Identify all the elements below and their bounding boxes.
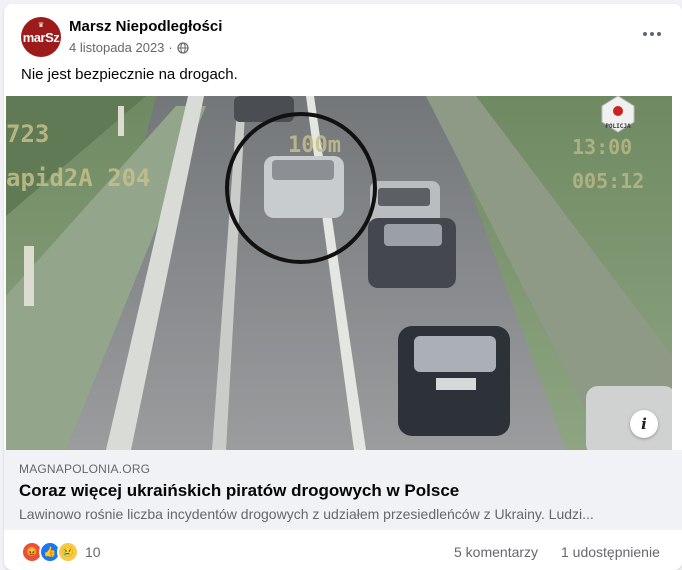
- photo-overlay-left-top: 723: [6, 120, 49, 148]
- photo-overlay-distance: 100m: [288, 133, 341, 158]
- photo-overlay-right-top: 13:00: [572, 135, 632, 159]
- reactions-summary[interactable]: 😡 👍 😢 10: [21, 541, 101, 563]
- traffic-camera-image: POLICJA 723 apid2A 204 100m 13:00 005:12: [6, 96, 672, 450]
- post-photo[interactable]: POLICJA 723 apid2A 204 100m 13:00 005:12…: [6, 96, 672, 450]
- info-icon[interactable]: i: [630, 410, 658, 438]
- post-text: Nie jest bezpiecznie na drogach.: [21, 66, 238, 83]
- sad-reaction-icon: 😢: [57, 541, 79, 563]
- post-footer: 😡 👍 😢 10 5 komentarzy 1 udostępnienie: [4, 530, 682, 570]
- avatar-logo-text: marSz: [22, 29, 60, 45]
- shares-count[interactable]: 1 udostępnienie: [561, 544, 660, 560]
- meta-separator: ·: [168, 40, 173, 55]
- author-name[interactable]: Marsz Niepodległości: [69, 18, 222, 35]
- globe-icon: [177, 41, 189, 54]
- link-title[interactable]: Coraz więcej ukraińskich piratów drogowy…: [19, 481, 459, 501]
- dot-icon: [657, 32, 661, 36]
- more-options-button[interactable]: [640, 24, 664, 44]
- post-meta: 4 listopada 2023 ·: [69, 40, 189, 55]
- photo-overlay-badge: POLICJA: [605, 123, 631, 130]
- link-preview[interactable]: MAGNAPOLONIA.ORG Coraz więcej ukraińskic…: [4, 450, 682, 530]
- avatar[interactable]: ♛ marSz: [21, 17, 61, 57]
- post-card: ♛ marSz Marsz Niepodległości 4 listopada…: [4, 4, 682, 570]
- link-domain: MAGNAPOLONIA.ORG: [19, 462, 151, 476]
- comments-count[interactable]: 5 komentarzy: [454, 544, 538, 560]
- photo-overlay-left-bottom: apid2A 204: [6, 164, 151, 192]
- crown-icon: ♛: [37, 22, 45, 29]
- dot-icon: [650, 32, 654, 36]
- reaction-count: 10: [85, 544, 101, 560]
- link-description: Lawinowo rośnie liczba incydentów drogow…: [19, 506, 594, 522]
- dot-icon: [643, 32, 647, 36]
- post-date[interactable]: 4 listopada 2023: [69, 40, 164, 55]
- photo-overlay-right-bottom: 005:12: [572, 169, 644, 193]
